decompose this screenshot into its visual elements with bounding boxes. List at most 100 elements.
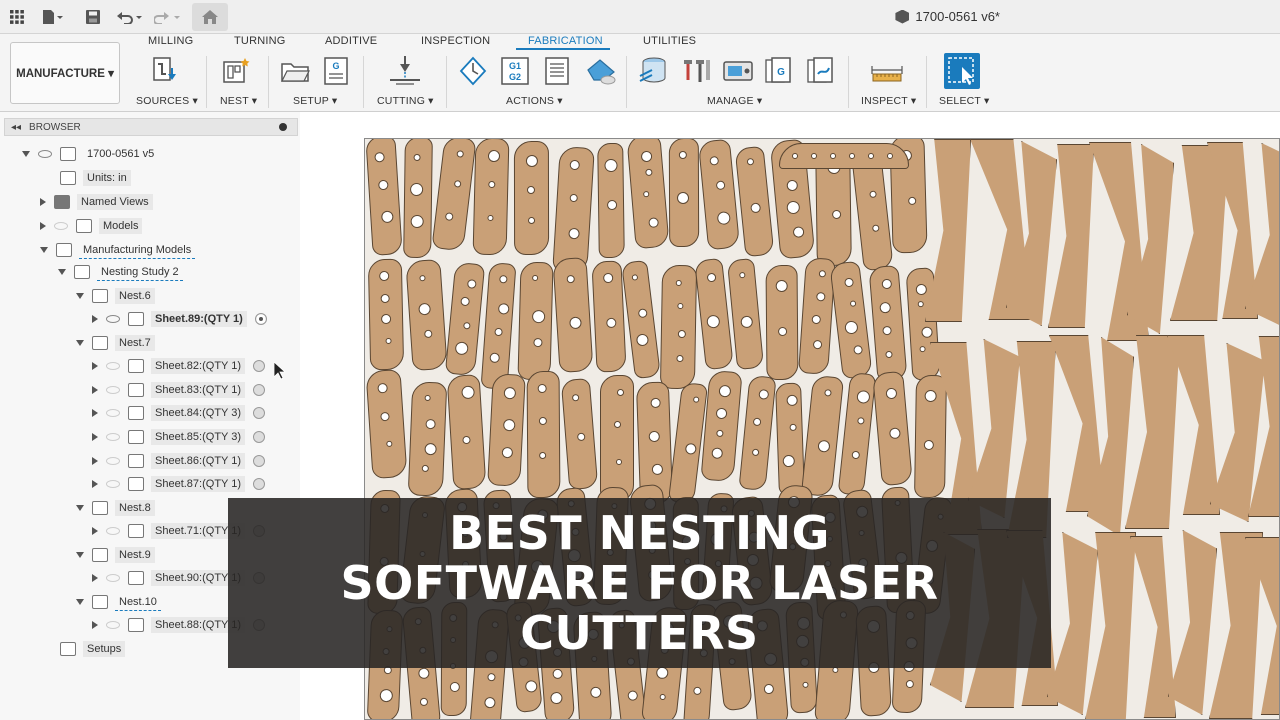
sheet-radio[interactable]	[253, 478, 266, 490]
nest-icon[interactable]	[220, 56, 250, 86]
group-cutting-label[interactable]: CUTTING ▾	[377, 95, 434, 107]
browser-header[interactable]: ◂◂ BROWSER	[4, 118, 298, 136]
measure-icon[interactable]	[870, 56, 904, 86]
undo-icon[interactable]	[114, 6, 146, 28]
group-inspect-label[interactable]: INSPECT ▾	[861, 95, 916, 107]
nested-part[interactable]	[403, 139, 433, 259]
nested-part[interactable]	[734, 145, 775, 258]
nested-part[interactable]	[431, 139, 477, 252]
setup-nc-program-icon[interactable]: G	[322, 56, 352, 86]
active-sheet-radio[interactable]	[254, 313, 267, 325]
tree-item-sheet[interactable]: Sheet.82:(QTY 1)	[92, 356, 266, 376]
group-actions-label[interactable]: ACTIONS ▾	[506, 95, 563, 107]
collapse-arrows-icon[interactable]: ◂◂	[11, 122, 21, 133]
nested-part[interactable]	[591, 260, 627, 373]
nested-part[interactable]	[837, 371, 877, 497]
machine-library-icon[interactable]	[722, 56, 753, 86]
visibility-eye-icon[interactable]	[106, 457, 120, 465]
nested-part[interactable]	[626, 139, 670, 250]
nested-part[interactable]	[444, 261, 486, 377]
expand-toggle[interactable]	[76, 340, 84, 346]
expand-toggle[interactable]	[58, 269, 66, 275]
eraser-icon[interactable]	[584, 56, 616, 86]
save-icon[interactable]	[82, 6, 104, 28]
stock-material-icon[interactable]	[638, 56, 668, 86]
expand-toggle[interactable]	[22, 151, 30, 157]
nested-sliver-part[interactable]	[1168, 530, 1217, 715]
expand-toggle[interactable]	[76, 552, 84, 558]
tree-item-sheet[interactable]: Sheet.83:(QTY 1)	[92, 380, 266, 400]
nested-part[interactable]	[446, 374, 487, 490]
tree-item-nest[interactable]: Nest.7	[76, 333, 155, 353]
nested-part[interactable]	[914, 374, 947, 499]
group-nest-label[interactable]: NEST ▾	[220, 95, 257, 107]
cutting-laser-icon[interactable]	[388, 56, 420, 86]
expand-toggle[interactable]	[92, 386, 98, 394]
visibility-eye-icon[interactable]	[106, 362, 120, 370]
tree-root[interactable]: 1700-0561 v5	[22, 144, 158, 164]
visibility-eye-icon[interactable]	[106, 527, 120, 535]
expand-toggle[interactable]	[92, 621, 98, 629]
visibility-eye-icon[interactable]	[106, 433, 120, 441]
nested-part[interactable]	[552, 257, 594, 373]
nested-part[interactable]	[560, 378, 599, 490]
expand-toggle[interactable]	[76, 599, 84, 605]
expand-toggle[interactable]	[76, 505, 84, 511]
post-process-icon[interactable]: G1 G2	[500, 56, 530, 86]
expand-toggle[interactable]	[92, 457, 98, 465]
redo-icon[interactable]	[152, 6, 184, 28]
nested-part[interactable]	[700, 369, 743, 483]
nested-sliver-part[interactable]	[968, 339, 1020, 518]
nested-part[interactable]	[526, 370, 561, 499]
expand-toggle[interactable]	[40, 247, 48, 253]
nested-part[interactable]	[659, 264, 698, 390]
visibility-eye-icon[interactable]	[38, 150, 52, 158]
nested-part[interactable]	[868, 264, 908, 383]
expand-toggle[interactable]	[92, 480, 98, 488]
tree-item-setups[interactable]: Setups	[60, 639, 126, 659]
nested-part[interactable]	[365, 139, 403, 256]
sheet-radio[interactable]	[253, 407, 266, 419]
file-menu-icon[interactable]	[38, 6, 68, 28]
home-icon[interactable]	[192, 3, 228, 31]
nested-part[interactable]	[800, 374, 845, 498]
expand-toggle[interactable]	[40, 222, 46, 230]
tree-item-sheet[interactable]: Sheet.85:(QTY 3)	[92, 427, 266, 447]
nested-part[interactable]	[872, 370, 913, 487]
template-library-icon[interactable]	[806, 56, 836, 86]
nested-part[interactable]	[775, 382, 805, 496]
nested-part[interactable]	[367, 258, 405, 371]
visibility-eye-icon[interactable]	[54, 222, 68, 230]
setup-folder-icon[interactable]	[280, 56, 310, 86]
expand-toggle[interactable]	[92, 527, 98, 535]
pin-icon[interactable]	[279, 123, 287, 131]
tree-item-nest[interactable]: Nest.8	[76, 498, 155, 518]
tree-item-sheet[interactable]: Sheet.86:(QTY 1)	[92, 451, 266, 471]
group-select-label[interactable]: SELECT ▾	[939, 95, 989, 107]
nested-part[interactable]	[513, 140, 550, 256]
tree-item-sheet[interactable]: Sheet.87:(QTY 1)	[92, 474, 266, 494]
expand-toggle[interactable]	[92, 433, 98, 441]
select-icon[interactable]	[944, 53, 980, 89]
sheet-radio[interactable]	[253, 431, 266, 443]
nested-part[interactable]	[765, 264, 799, 381]
sources-icon[interactable]	[150, 56, 180, 86]
nested-part[interactable]	[365, 368, 408, 480]
expand-toggle[interactable]	[40, 198, 46, 206]
tree-item-nest[interactable]: Nest.10	[76, 592, 161, 612]
group-setup-label[interactable]: SETUP ▾	[293, 95, 337, 107]
tree-item-sheet[interactable]: Sheet.84:(QTY 3)	[92, 403, 266, 423]
expand-toggle[interactable]	[92, 362, 98, 370]
tree-item-manufacturing-models[interactable]: Manufacturing Models	[40, 240, 196, 260]
visibility-eye-icon[interactable]	[106, 574, 120, 582]
tool-library-icon[interactable]	[680, 56, 710, 86]
tab-utilities[interactable]: UTILITIES	[643, 35, 696, 47]
expand-toggle[interactable]	[76, 293, 84, 299]
sheet-radio[interactable]	[253, 360, 266, 372]
visibility-eye-icon[interactable]	[106, 409, 120, 417]
nested-part[interactable]	[407, 381, 448, 497]
nested-part[interactable]	[726, 257, 765, 371]
visibility-eye-icon[interactable]	[106, 386, 120, 394]
simulate-icon[interactable]	[458, 56, 488, 86]
expand-toggle[interactable]	[92, 574, 98, 582]
